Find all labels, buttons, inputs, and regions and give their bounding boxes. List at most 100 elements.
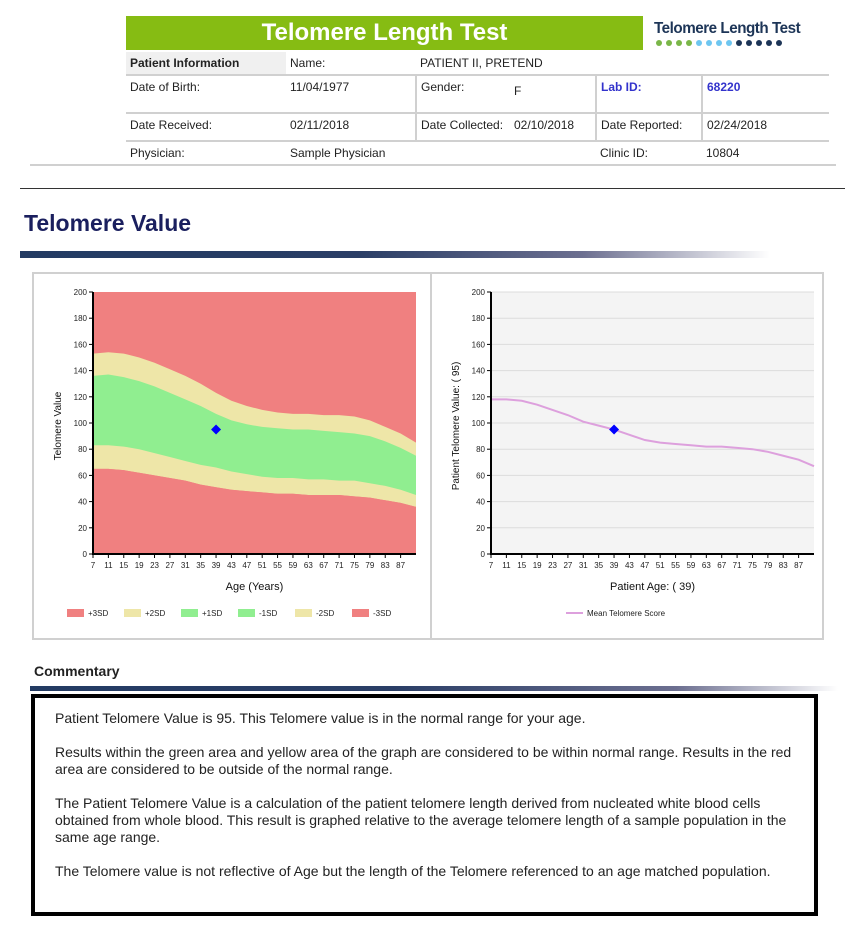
x-tick-label: 79 — [365, 561, 374, 570]
charts-frame: 0 20 40 60 80 100 120 140 160 180 200 7 11 15 19 23 27 31… — [32, 272, 824, 640]
x-tick-label: 19 — [135, 561, 144, 570]
section-underline — [20, 251, 770, 258]
logo-dot — [656, 40, 662, 46]
legend-label: +3SD — [88, 609, 108, 618]
y-tick-label: 0 — [83, 550, 88, 559]
received-label: Date Received: — [126, 113, 286, 142]
x-tick-label: 75 — [350, 561, 359, 570]
x-tick-label: 51 — [656, 561, 665, 570]
logo-dot — [696, 40, 702, 46]
x-tick-label: 79 — [763, 561, 772, 570]
logo-dot — [666, 40, 672, 46]
x-tick-label: 75 — [748, 561, 757, 570]
y-tick-label: 120 — [74, 393, 88, 402]
x-tick-label: 47 — [242, 561, 251, 570]
clinic-label: Clinic ID: — [600, 146, 649, 160]
sd-band-chart: 0 20 40 60 80 100 120 140 160 180 200 7 11 15 19 23 27 31… — [53, 288, 416, 618]
y-axis-label: Patient Telomere Value: ( 95) — [451, 362, 462, 491]
y-tick-label: 200 — [472, 288, 486, 297]
legend-label: -1SD — [259, 609, 277, 618]
y-tick-label: 140 — [74, 367, 88, 376]
x-tick-label: 31 — [579, 561, 588, 570]
patient-info-label: Patient Information — [126, 52, 286, 76]
y-axis-label: Telomere Value — [53, 391, 64, 460]
y-tick-label: 0 — [481, 550, 486, 559]
x-tick-label: 35 — [594, 561, 603, 570]
received-value: 02/11/2018 — [286, 113, 417, 142]
x-tick-label: 7 — [489, 561, 494, 570]
logo-dots — [654, 40, 814, 46]
y-tick-label: 120 — [472, 393, 486, 402]
x-tick-label: 11 — [104, 561, 113, 570]
x-tick-label: 83 — [381, 561, 390, 570]
x-tick-label: 27 — [165, 561, 174, 570]
y-tick-label: 60 — [476, 471, 485, 480]
labid-value: 68220 — [702, 75, 829, 114]
x-axis-label: Age (Years) — [226, 581, 284, 593]
logo-dot — [716, 40, 722, 46]
y-tick-label: 140 — [472, 367, 486, 376]
x-tick-label: 47 — [640, 561, 649, 570]
x-tick-label: 71 — [335, 561, 344, 570]
x-tick-label: 51 — [258, 561, 267, 570]
x-tick-label: 39 — [212, 561, 221, 570]
commentary-p1: Results within the green area and yellow… — [55, 744, 792, 777]
x-tick-label: 63 — [304, 561, 313, 570]
section-title: Telomere Value — [24, 210, 192, 236]
x-tick-label: 31 — [181, 561, 190, 570]
patient-info-table: Patient Information Name: PATIENT II, PR… — [126, 52, 829, 169]
commentary-box: Patient Telomere Value is 95. This Telom… — [31, 694, 818, 916]
banner-title: Telomere Length Test — [126, 16, 643, 50]
legend-swatch — [67, 609, 84, 617]
y-tick-label: 80 — [78, 445, 87, 454]
x-tick-label: 27 — [563, 561, 572, 570]
x-tick-label: 67 — [717, 561, 726, 570]
x-tick-label: 63 — [702, 561, 711, 570]
name-value: PATIENT II, PRETEND — [416, 52, 829, 76]
legend-label: Mean Telomere Score — [587, 609, 666, 618]
logo-text: Telomere Length Test — [654, 20, 801, 37]
x-tick-label: 23 — [548, 561, 557, 570]
y-tick-label: 160 — [472, 340, 486, 349]
x-tick-label: 55 — [273, 561, 282, 570]
legend-label: +1SD — [202, 609, 222, 618]
y-tick-label: 100 — [74, 419, 88, 428]
x-tick-label: 83 — [779, 561, 788, 570]
logo-dot — [706, 40, 712, 46]
y-tick-label: 60 — [78, 471, 87, 480]
x-tick-label: 59 — [686, 561, 695, 570]
x-tick-label: 87 — [794, 561, 803, 570]
reported-label: Date Reported: — [596, 113, 703, 142]
x-tick-label: 43 — [625, 561, 634, 570]
y-tick-label: 40 — [476, 498, 485, 507]
legend-swatch — [352, 609, 369, 617]
report-header: Telomere Length Test Telomere Length Tes… — [30, 14, 836, 166]
x-tick-label: 59 — [288, 561, 297, 570]
commentary-lead: Patient Telomere Value is 95. This Telom… — [55, 710, 586, 726]
info-row-physician: Physician: Sample Physician Clinic ID: 1… — [126, 141, 829, 169]
x-tick-label: 19 — [533, 561, 542, 570]
gender-value: F — [510, 75, 597, 114]
x-tick-label: 35 — [196, 561, 205, 570]
x-tick-label: 87 — [396, 561, 405, 570]
x-tick-label: 39 — [610, 561, 619, 570]
collected-value: 02/10/2018 — [510, 113, 597, 142]
logo-dot — [676, 40, 682, 46]
x-tick-label: 15 — [517, 561, 526, 570]
y-tick-label: 20 — [78, 524, 87, 533]
divider-line — [20, 188, 845, 189]
logo-dot — [686, 40, 692, 46]
logo-dot — [776, 40, 782, 46]
x-tick-label: 11 — [502, 561, 511, 570]
info-row-dob: Date of Birth: 11/04/1977 Gender: F Lab … — [126, 75, 829, 114]
legend-swatch — [124, 609, 141, 617]
labid-label: Lab ID: — [596, 75, 703, 114]
x-axis-label: Patient Age: ( 39) — [610, 581, 695, 593]
clinic-value: 10804 — [706, 146, 740, 160]
x-tick-label: 67 — [319, 561, 328, 570]
legend-swatch — [238, 609, 255, 617]
legend-swatch — [295, 609, 312, 617]
logo-dot — [746, 40, 752, 46]
info-row-name: Patient Information Name: PATIENT II, PR… — [126, 52, 829, 76]
commentary-p2: The Patient Telomere Value is a calculat… — [55, 795, 787, 845]
